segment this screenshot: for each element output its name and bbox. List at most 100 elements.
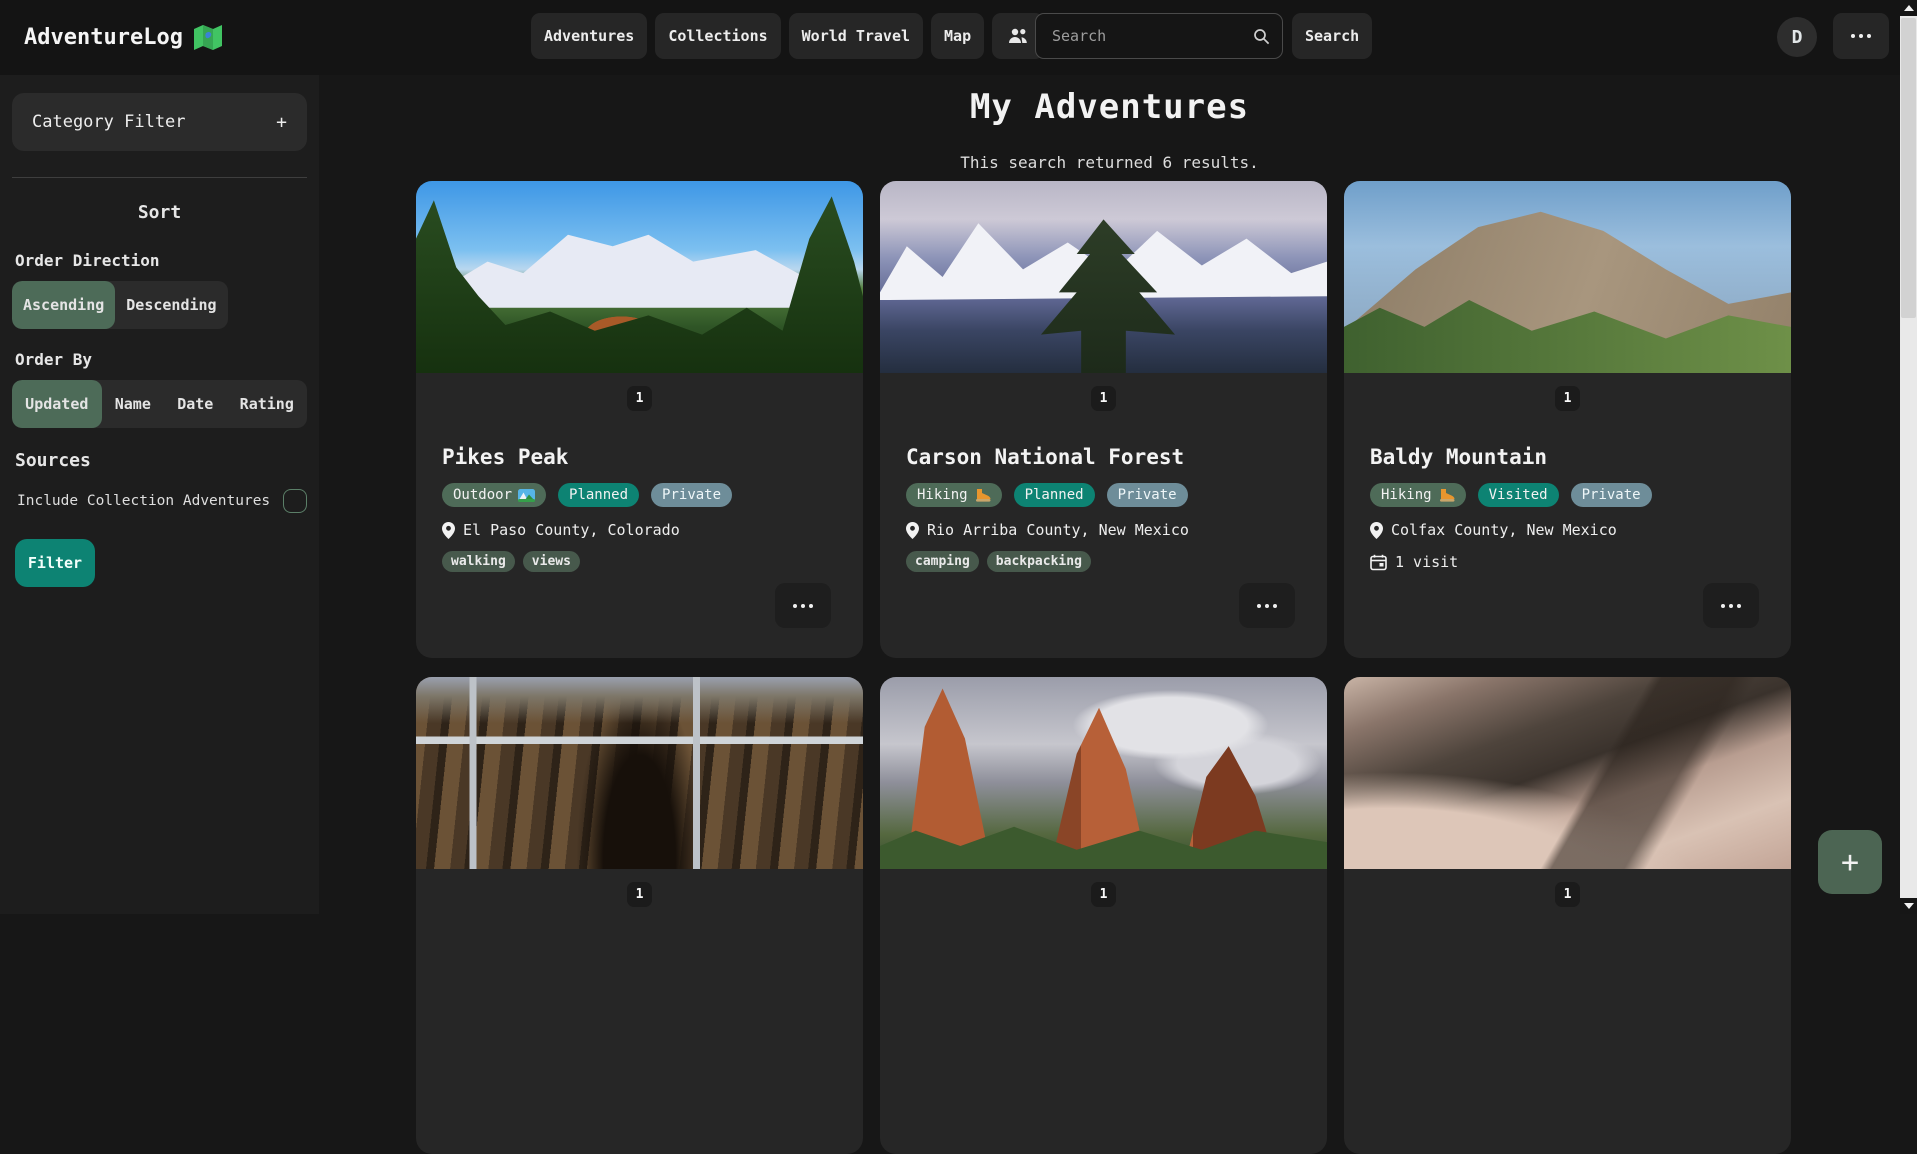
- adventure-photo[interactable]: [880, 181, 1327, 373]
- filter-button[interactable]: Filter: [15, 539, 95, 587]
- arrow-down-icon: [1904, 903, 1914, 909]
- arrow-up-icon: [1904, 5, 1914, 11]
- add-adventure-button[interactable]: +: [1818, 830, 1882, 894]
- category-badge: Hiking: [906, 483, 1002, 507]
- order-by-rating[interactable]: Rating: [227, 380, 308, 428]
- map-icon: [193, 24, 223, 51]
- calendar-icon: [1370, 554, 1387, 571]
- nav-collections[interactable]: Collections: [655, 13, 780, 59]
- image-count-badge: 1: [1091, 386, 1116, 411]
- adventure-photo[interactable]: [416, 677, 863, 869]
- search-input[interactable]: [1036, 27, 1253, 45]
- nav-world-travel[interactable]: World Travel: [789, 13, 923, 59]
- visits-text: 1 visit: [1395, 553, 1458, 571]
- order-by-date[interactable]: Date: [164, 380, 226, 428]
- image-count-badge: 1: [1555, 386, 1580, 411]
- badge-row: HikingVisitedPrivate: [1370, 483, 1765, 507]
- scrollbar[interactable]: [1900, 0, 1917, 914]
- image-count-badge: 1: [1555, 882, 1580, 907]
- avatar[interactable]: D: [1777, 17, 1817, 57]
- location-row: El Paso County, Colorado: [442, 521, 837, 539]
- order-direction-descending[interactable]: Descending: [115, 281, 227, 329]
- ellipsis-icon: [793, 604, 813, 608]
- hiking-boot-icon: [974, 488, 991, 502]
- tag-pill: views: [523, 551, 580, 572]
- category-badge: Hiking: [1370, 483, 1466, 507]
- adventure-photo[interactable]: [1344, 181, 1791, 373]
- card-more-button[interactable]: [1703, 583, 1759, 628]
- order-by-control: Updated Name Date Rating: [12, 380, 307, 428]
- search-button[interactable]: Search: [1292, 13, 1372, 59]
- filter-sidebar: Category Filter + Sort Order Direction A…: [0, 75, 319, 914]
- hiking-boot-icon: [1438, 488, 1455, 502]
- location-row: Rio Arriba County, New Mexico: [906, 521, 1301, 539]
- location-row: Colfax County, New Mexico: [1370, 521, 1765, 539]
- adventure-title[interactable]: Pikes Peak: [442, 445, 837, 469]
- status-badge: Planned: [558, 483, 639, 507]
- pin-icon: [906, 522, 919, 539]
- sort-heading: Sort: [12, 202, 307, 223]
- tag-row: walking views: [442, 551, 837, 572]
- category-filter-toggle[interactable]: Category Filter +: [12, 93, 307, 151]
- order-by-name[interactable]: Name: [102, 380, 164, 428]
- primary-nav: Adventures Collections World Travel Map: [531, 13, 1044, 59]
- app-title: AdventureLog: [24, 25, 183, 50]
- nav-map[interactable]: Map: [931, 13, 984, 59]
- card-body: Carson National Forest HikingPlannedPriva…: [880, 411, 1327, 572]
- badge-row: OutdoorPlannedPrivate: [442, 483, 837, 507]
- image-count-badge: 1: [1091, 882, 1116, 907]
- plus-icon: +: [1841, 845, 1859, 880]
- results-text: This search returned 6 results.: [319, 153, 1900, 172]
- adventure-photo[interactable]: [416, 181, 863, 373]
- users-icon: [1007, 28, 1029, 44]
- card-body: Pikes PeakOutdoorPlannedPrivateEl Paso C…: [416, 411, 863, 572]
- adventure-photo[interactable]: [880, 677, 1327, 869]
- adventure-title[interactable]: Carson National Forest: [906, 445, 1301, 469]
- ellipsis-icon: [1721, 604, 1741, 608]
- card-more-button[interactable]: [1239, 583, 1295, 628]
- tag-pill: walking: [442, 551, 515, 572]
- order-direction-ascending[interactable]: Ascending: [12, 281, 115, 329]
- sources-heading: Sources: [15, 450, 307, 471]
- visibility-badge: Private: [1571, 483, 1652, 507]
- adventure-grid: 1Pikes PeakOutdoorPlannedPrivateEl Paso …: [416, 181, 1791, 1154]
- adventure-card[interactable]: 1 Baldy Mountain HikingVisitedPrivate Colfa…: [1344, 181, 1791, 658]
- adventure-card[interactable]: 1 Carson National Forest HikingPlannedPriv…: [880, 181, 1327, 658]
- order-by-updated[interactable]: Updated: [12, 380, 102, 428]
- include-collection-checkbox[interactable]: [283, 489, 307, 513]
- plus-expand-icon: +: [276, 112, 287, 133]
- search-input-wrap: [1035, 13, 1283, 59]
- adventure-card[interactable]: 1: [416, 677, 863, 1154]
- adventure-title[interactable]: Baldy Mountain: [1370, 445, 1765, 469]
- app-logo[interactable]: AdventureLog: [24, 0, 223, 75]
- adventure-card[interactable]: 1: [1344, 677, 1791, 1154]
- scrollbar-up-button[interactable]: [1900, 0, 1917, 16]
- national-park-icon: [518, 489, 535, 502]
- ellipsis-icon: [1851, 34, 1871, 38]
- tag-row: camping backpacking: [906, 551, 1301, 572]
- page-title: My Adventures: [319, 87, 1900, 127]
- badge-row: HikingPlannedPrivate: [906, 483, 1301, 507]
- navbar: AdventureLog Adventures Collections Worl…: [0, 0, 1900, 75]
- ellipsis-icon: [1257, 604, 1277, 608]
- include-collection-row: Include Collection Adventures: [12, 489, 307, 513]
- location-text: Rio Arriba County, New Mexico: [927, 521, 1189, 539]
- tag-pill: camping: [906, 551, 979, 572]
- navbar-more-button[interactable]: [1833, 13, 1889, 59]
- order-direction-label: Order Direction: [15, 251, 307, 270]
- adventure-card[interactable]: 1: [880, 677, 1327, 1154]
- location-text: El Paso County, Colorado: [463, 521, 680, 539]
- tag-pill: backpacking: [987, 551, 1091, 572]
- include-collection-label: Include Collection Adventures: [17, 493, 270, 509]
- visibility-badge: Private: [1107, 483, 1188, 507]
- adventure-card[interactable]: 1Pikes PeakOutdoorPlannedPrivateEl Paso …: [416, 181, 863, 658]
- location-text: Colfax County, New Mexico: [1391, 521, 1617, 539]
- pin-icon: [442, 522, 455, 539]
- scrollbar-thumb[interactable]: [1901, 18, 1916, 318]
- adventure-photo[interactable]: [1344, 677, 1791, 869]
- main-content: My Adventures This search returned 6 res…: [319, 75, 1900, 914]
- scrollbar-down-button[interactable]: [1900, 898, 1917, 914]
- nav-adventures[interactable]: Adventures: [531, 13, 647, 59]
- card-more-button[interactable]: [775, 583, 831, 628]
- visibility-badge: Private: [651, 483, 732, 507]
